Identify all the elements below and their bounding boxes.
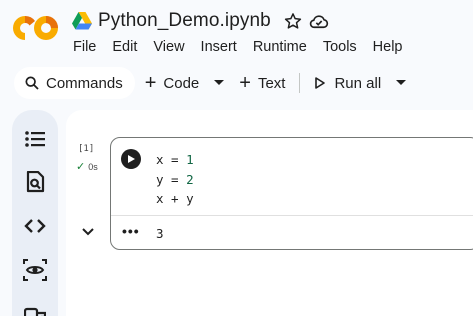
plus-icon: + — [239, 72, 251, 94]
run-cell-button[interactable] — [121, 149, 141, 169]
run-all-button[interactable]: Run all — [304, 67, 391, 99]
commands-button[interactable]: Commands — [14, 67, 135, 99]
code-snippets-icon[interactable] — [23, 214, 47, 238]
run-all-dropdown-caret-icon[interactable] — [391, 80, 411, 86]
code-dropdown-caret-icon[interactable] — [209, 80, 229, 86]
toolbar-divider — [299, 73, 301, 93]
execution-count: [1] — [78, 144, 95, 154]
google-drive-icon[interactable] — [72, 12, 92, 30]
run-all-label: Run all — [334, 74, 382, 92]
chevron-down-icon[interactable] — [80, 224, 96, 240]
colab-logo[interactable] — [12, 12, 60, 44]
secrets-key-icon[interactable] — [23, 302, 47, 316]
menu-bar: File Edit View Insert Runtime Tools Help — [73, 39, 419, 55]
toolbar: Commands + Code + Text Run all — [0, 64, 473, 102]
text-label: Text — [257, 74, 286, 92]
notebook-title[interactable]: Python_Demo.ipynb — [98, 10, 271, 32]
menu-edit[interactable]: Edit — [112, 39, 137, 55]
variables-icon[interactable] — [23, 258, 47, 282]
cell-output-divider — [111, 215, 473, 216]
play-icon — [128, 155, 135, 163]
cell-output: 3 — [156, 226, 164, 241]
menu-tools[interactable]: Tools — [323, 39, 357, 55]
code-label: Code — [163, 74, 200, 92]
search-icon — [25, 76, 39, 90]
menu-runtime[interactable]: Runtime — [253, 39, 307, 55]
add-text-button[interactable]: + Text — [229, 67, 295, 99]
code-line: x = 1 — [156, 152, 194, 167]
table-of-contents-icon[interactable] — [23, 127, 47, 151]
checkmark-icon: ✓ — [76, 161, 86, 173]
execution-time: 0s — [88, 161, 98, 172]
code-editor[interactable]: x = 1 y = 2 x + y — [156, 150, 194, 209]
add-code-button[interactable]: + Code — [135, 67, 210, 99]
play-outline-icon — [315, 77, 326, 89]
more-options-icon[interactable]: ••• — [122, 224, 140, 238]
execution-status: ✓ 0s — [76, 160, 98, 173]
title-row: Python_Demo.ipynb — [72, 8, 329, 34]
menu-help[interactable]: Help — [373, 39, 403, 55]
menu-insert[interactable]: Insert — [201, 39, 237, 55]
menu-view[interactable]: View — [153, 39, 184, 55]
commands-label: Commands — [46, 74, 123, 92]
code-line: x + y — [156, 191, 194, 206]
code-line: y = 2 — [156, 171, 194, 187]
find-icon[interactable] — [23, 170, 47, 194]
plus-icon: + — [144, 72, 157, 94]
cloud-saved-icon[interactable] — [309, 11, 329, 31]
menu-file[interactable]: File — [73, 39, 96, 55]
star-icon[interactable] — [283, 11, 303, 31]
left-sidebar — [12, 110, 58, 316]
